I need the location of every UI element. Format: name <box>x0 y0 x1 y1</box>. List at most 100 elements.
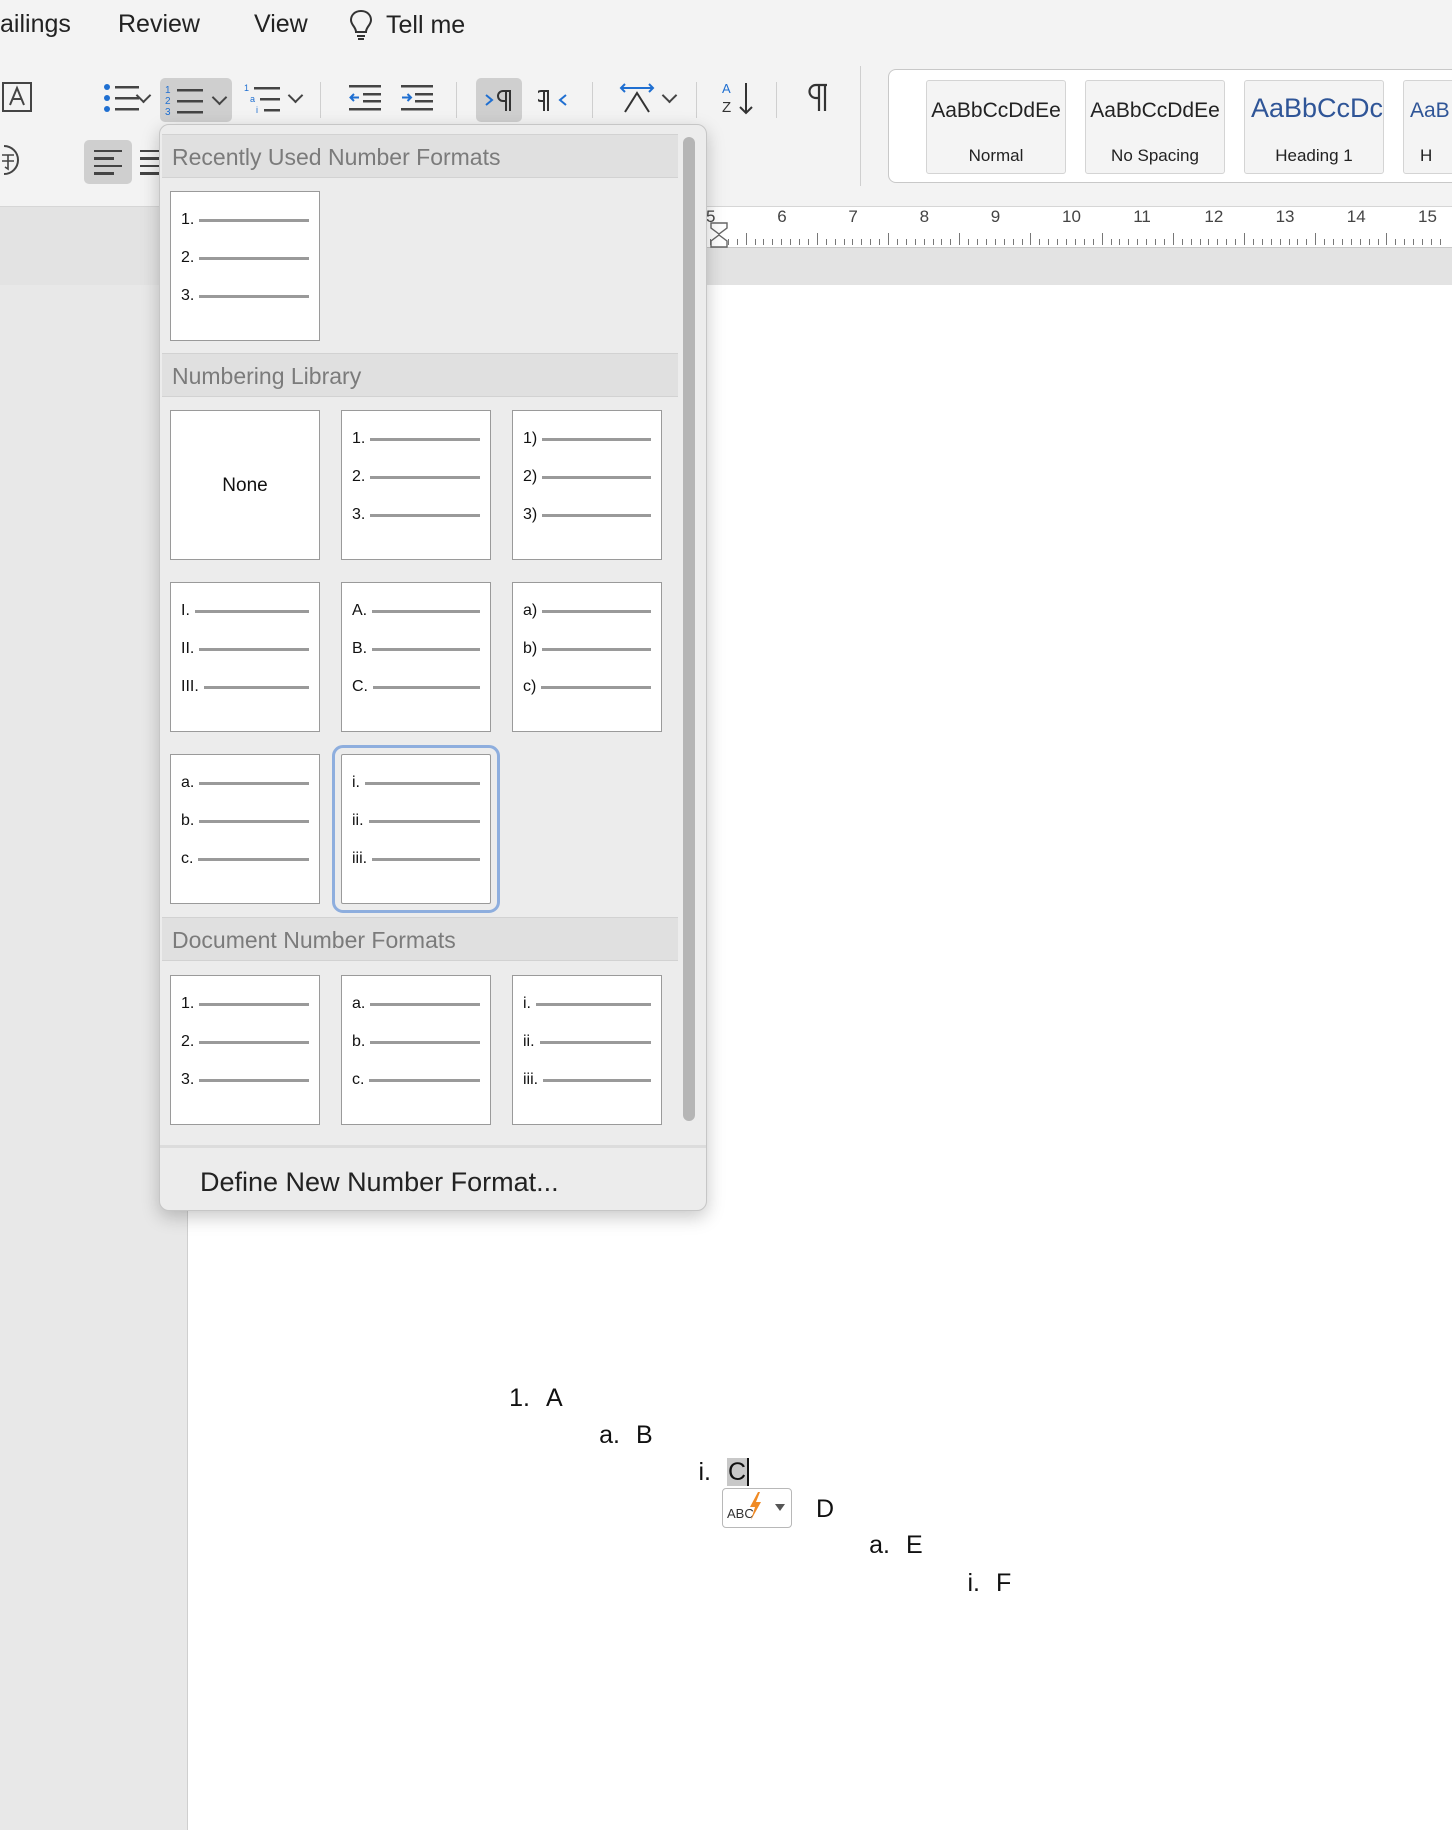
style-no-spacing[interactable]: AaBbCcDdEe No Spacing <box>1085 80 1225 174</box>
tile-row: 1. <box>181 994 309 1014</box>
tile-line <box>203 685 309 689</box>
ruler-tick <box>1048 239 1050 245</box>
decrease-indent-button[interactable] <box>344 78 386 118</box>
tile-line <box>199 647 309 651</box>
autocorrect-options-button[interactable]: ABC <box>722 1488 792 1528</box>
tile-row: 2. <box>181 1032 309 1052</box>
tile-number-label: a. <box>181 774 195 791</box>
character-spacing-button[interactable] <box>612 78 682 118</box>
svg-text:1: 1 <box>244 83 249 93</box>
list-item[interactable]: a. E <box>869 1531 923 1560</box>
ruler-number: 7 <box>848 207 858 226</box>
tile-row: 2. <box>181 248 309 268</box>
tile-row: a) <box>523 601 651 621</box>
tile-number-label: C. <box>352 678 368 695</box>
ruler-tick <box>994 239 996 245</box>
ruler-tick <box>1190 239 1192 245</box>
list-item[interactable]: 1. A <box>509 1384 563 1413</box>
dropdown-scrollbar[interactable] <box>683 137 695 1121</box>
style-heading-2[interactable]: AaB H <box>1403 80 1452 174</box>
style-heading-1[interactable]: AaBbCcDc Heading 1 <box>1244 80 1384 174</box>
text-box-icon <box>2 82 32 112</box>
left-to-right-button[interactable] <box>476 78 522 122</box>
tile-row: i. <box>352 773 480 793</box>
ruler-tick <box>985 239 987 245</box>
define-new-number-format-item[interactable]: Define New Number Format... <box>200 1167 559 1198</box>
bullet-list-icon <box>104 84 139 112</box>
tile-row: b. <box>352 1032 480 1052</box>
tile-line <box>542 647 651 651</box>
increase-indent-button[interactable] <box>396 78 438 118</box>
library-format-tile[interactable]: i. ii. iii. <box>332 745 500 913</box>
list-item[interactable]: i. C <box>699 1458 750 1487</box>
library-format-tile[interactable]: 1. 2. 3. <box>341 410 491 560</box>
style-name: Normal <box>968 146 1024 165</box>
ruler-tick <box>914 239 916 245</box>
increase-indent-icon <box>401 85 433 111</box>
style-normal[interactable]: AaBbCcDdEe Normal <box>926 80 1066 174</box>
document-format-tile[interactable]: i. ii. iii. <box>512 975 662 1125</box>
bullets-button[interactable] <box>88 78 156 118</box>
ruler-number: 6 <box>777 207 787 226</box>
pilcrow-icon <box>808 83 827 111</box>
tab-review[interactable]: Review <box>118 10 200 39</box>
list-item[interactable]: D <box>816 1495 834 1524</box>
tile-number-label: 3. <box>181 287 195 304</box>
align-left-button[interactable] <box>84 140 132 184</box>
recent-format-tile[interactable]: 1. 2. 3. <box>170 191 320 341</box>
tile-row: I. <box>181 601 309 621</box>
library-format-tile[interactable]: a. b. c. <box>170 754 320 904</box>
sort-button[interactable]: A Z <box>714 78 762 118</box>
ruler-tick <box>1252 239 1254 245</box>
show-formatting-button[interactable] <box>796 78 842 118</box>
text-box-button[interactable] <box>0 80 34 114</box>
ribbon-divider <box>696 82 697 118</box>
ruler-tick <box>950 239 952 245</box>
none-label: None <box>222 475 268 496</box>
ruler-tick <box>879 239 881 245</box>
tell-me-button[interactable]: Tell me <box>348 8 465 42</box>
tile-line <box>370 475 480 479</box>
tab-view[interactable]: View <box>254 10 308 39</box>
tile-number-label: 1. <box>181 211 195 228</box>
lightbulb-icon <box>349 9 373 40</box>
tile-row: 3. <box>352 505 480 525</box>
list-item[interactable]: i. F <box>968 1569 1012 1598</box>
ruler-tick <box>1270 239 1272 245</box>
right-to-left-button[interactable] <box>530 78 576 122</box>
tile-row: a. <box>352 994 480 1014</box>
library-format-tile[interactable]: a) b) c) <box>512 582 662 732</box>
ruler-tick <box>1350 239 1352 245</box>
asian-layout-button[interactable] <box>0 143 26 177</box>
chevron-down-icon <box>661 87 678 104</box>
numbering-dropdown: Recently Used Number Formats 1. 2. 3. Numb… <box>159 124 707 1211</box>
tile-line <box>199 294 309 298</box>
ruler-number: 10 <box>1062 207 1081 226</box>
numbering-button[interactable]: 1 2 3 <box>160 78 232 122</box>
document-format-tile[interactable]: a. b. c. <box>341 975 491 1125</box>
multilevel-list-button[interactable]: 1 a i <box>240 78 308 118</box>
list-item[interactable]: a. B <box>599 1421 653 1450</box>
tile-row: 3. <box>181 1070 309 1090</box>
tile-row: C. <box>352 677 480 697</box>
indent-marker[interactable] <box>710 222 728 248</box>
ruler-tick <box>1297 239 1299 245</box>
ruler-tick <box>1306 239 1308 245</box>
tile-number-label: I. <box>181 602 190 619</box>
library-format-tile[interactable]: A. B. C. <box>341 582 491 732</box>
chevron-down-icon <box>211 89 228 106</box>
horizontal-ruler[interactable]: 5 6 7 8 9 10 11 12 13 14 15 <box>706 207 1452 248</box>
ruler-tick <box>1413 239 1415 245</box>
ruler-tick <box>861 239 863 245</box>
library-format-tile[interactable]: I. II. III. <box>170 582 320 732</box>
tile-line <box>199 256 309 260</box>
format-none-tile[interactable]: None <box>170 410 320 560</box>
chevron-down-icon <box>287 87 304 104</box>
library-format-tile[interactable]: 1) 2) 3) <box>512 410 662 560</box>
ribbon-divider <box>860 66 861 186</box>
tile-row: 2. <box>352 467 480 487</box>
ruler-tick <box>852 239 854 245</box>
tab-mailings[interactable]: ailings <box>0 10 71 39</box>
ruler-tick <box>763 239 765 245</box>
document-format-tile[interactable]: 1. 2. 3. <box>170 975 320 1125</box>
